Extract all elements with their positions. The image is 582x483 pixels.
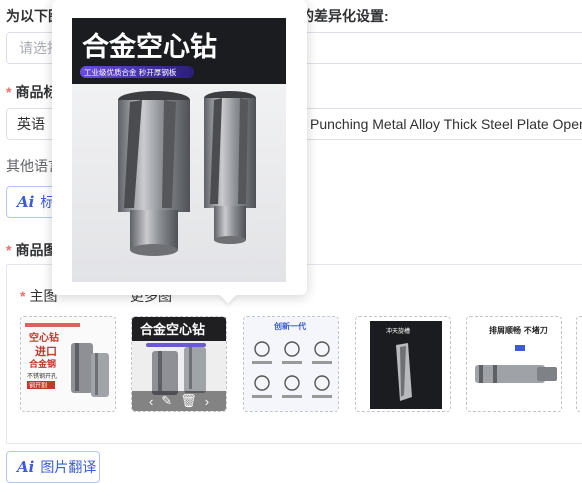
chevron-right-icon[interactable]: › [205, 394, 209, 409]
thumb-4-headline: 冲天旋槽 [386, 327, 410, 335]
thumb-1-line-1: 空心钻 [29, 331, 59, 344]
image-thumb-1[interactable]: 空心钻 进口 合金钢 不锈钢开孔 钢开割 [20, 316, 116, 412]
thumb-actions-bar: ‹ ✎ 🗑 › [132, 391, 226, 411]
thumb-1-line-3: 合金钢 [29, 358, 56, 370]
thumb-4-image: 冲天旋槽 [356, 317, 450, 411]
preview-tag: 工业级优质合金 秒开厚钢板 [84, 67, 177, 77]
ai-image-translate-label: 图片翻译 [40, 459, 97, 475]
required-mark: * [6, 242, 12, 258]
thumb-1-image: 空心钻 进口 合金钢 不锈钢开孔 钢开割 [21, 317, 115, 411]
thumb-2-headline: 合金空心钻 [140, 322, 205, 338]
thumb-5-image: 排屑顺畅 不堵刀 [467, 317, 561, 411]
image-thumb-3[interactable]: 创新一代 [243, 316, 339, 412]
image-thumb-6[interactable] [576, 316, 582, 412]
product-title-value: Punching Metal Alloy Thick Steel Plate O… [310, 116, 582, 132]
image-preview-popover: 合金空心钻 工业级优质合金 秒开厚钢板 [52, 0, 307, 304]
image-thumb-4[interactable]: 冲天旋槽 [355, 316, 451, 412]
title-language-value: 英语 [17, 116, 45, 132]
product-images-label: * 商品图 [6, 242, 58, 258]
ai-icon: Ai [17, 458, 35, 476]
required-mark: * [20, 288, 26, 304]
thumb-5-headline: 排屑顺畅 不堵刀 [489, 325, 548, 335]
preview-image: 合金空心钻 工业级优质合金 秒开厚钢板 [72, 18, 286, 282]
image-thumb-2[interactable]: 合金空心钻 ‹ ✎ 🗑 › [131, 316, 227, 412]
thumb-1-line-5: 钢开割 [29, 382, 47, 390]
edit-icon[interactable]: ✎ [161, 393, 172, 409]
ai-icon: Ai [17, 193, 35, 211]
image-thumb-5[interactable]: 排屑顺畅 不堵刀 [466, 316, 562, 412]
thumb-3-image: 创新一代 [244, 317, 338, 411]
product-title-input[interactable]: Punching Metal Alloy Thick Steel Plate O… [300, 108, 582, 140]
chevron-left-icon[interactable]: ‹ [149, 394, 153, 409]
section-heading-suffix: 的差异化设置: [300, 8, 389, 24]
product-title-label: * 商品标 [6, 84, 58, 100]
thumb-1-line-4: 不锈钢开孔 [27, 372, 57, 380]
required-mark: * [6, 84, 12, 100]
thumb-1-line-2: 进口 [35, 344, 57, 358]
delete-icon[interactable]: 🗑 [180, 393, 197, 409]
thumb-3-headline: 创新一代 [273, 321, 306, 331]
preview-headline: 合金空心钻 [82, 31, 217, 63]
ai-image-translate-button[interactable]: Ai 图片翻译 [6, 451, 100, 483]
